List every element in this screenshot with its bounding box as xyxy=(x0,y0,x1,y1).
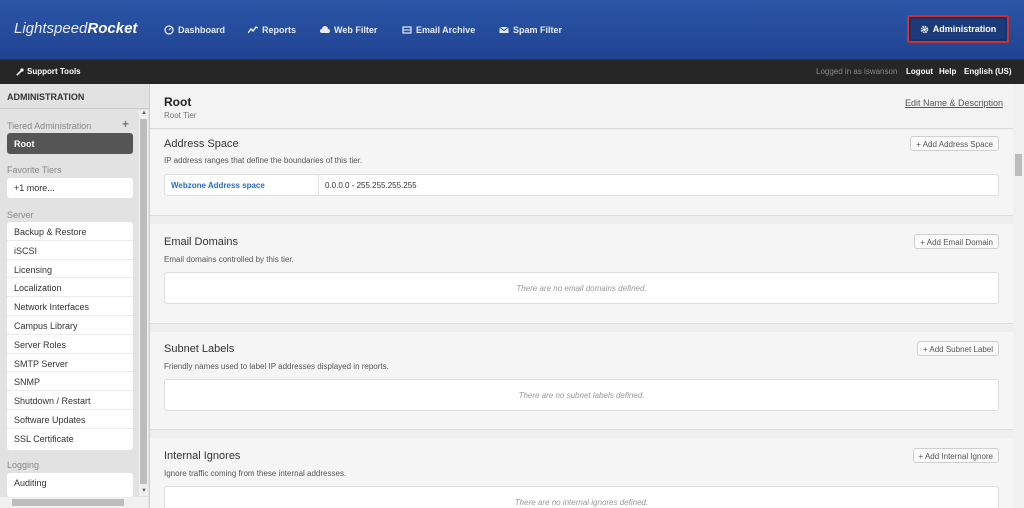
address-range-value: 0.0.0.0 - 255.255.255.255 xyxy=(325,181,417,190)
empty-message: There are no email domains defined. xyxy=(516,284,647,293)
logout-link[interactable]: Logout xyxy=(906,67,933,76)
help-link[interactable]: Help xyxy=(939,67,956,76)
empty-message: There are no subnet labels defined. xyxy=(518,391,645,400)
subnet-labels-section: Subnet Labels Friendly names used to lab… xyxy=(150,332,1013,430)
divider xyxy=(318,175,319,195)
add-email-domain-button[interactable]: + Add Email Domain xyxy=(914,234,999,249)
chart-line-icon xyxy=(248,26,258,34)
cloud-icon xyxy=(320,26,330,33)
sidebar-item-network-interfaces[interactable]: Network Interfaces xyxy=(7,297,133,316)
tiered-admin-label: Tiered Administration xyxy=(7,121,92,131)
sidebar-item-server-roles[interactable]: Server Roles xyxy=(7,335,133,354)
add-tier-icon[interactable]: + xyxy=(122,117,129,131)
gauge-icon xyxy=(164,25,174,35)
app-logo[interactable]: LightspeedRocket xyxy=(14,20,137,37)
subnet-labels-list: There are no subnet labels defined. xyxy=(164,379,999,411)
support-tools-link[interactable]: Support Tools xyxy=(16,67,81,76)
main-vertical-scrollbar[interactable] xyxy=(1013,84,1024,508)
sidebar-item-auditing[interactable]: Auditing xyxy=(7,473,133,492)
sidebar-item-backup-restore[interactable]: Backup & Restore xyxy=(7,222,133,241)
sidebar-item-campus-library[interactable]: Campus Library xyxy=(7,316,133,335)
utility-bar: Support Tools Logged in as iswanson Logo… xyxy=(0,60,1024,84)
main-content: Root Root Tier Edit Name & Description A… xyxy=(150,84,1024,508)
nav-spam-filter[interactable]: Spam Filter xyxy=(499,25,562,35)
email-domains-section: Email Domains Email domains controlled b… xyxy=(150,224,1013,324)
nav-reports[interactable]: Reports xyxy=(248,25,296,35)
divider xyxy=(0,108,149,109)
sidebar-item-licensing[interactable]: Licensing xyxy=(7,260,133,279)
sidebar-item-snmp[interactable]: SNMP xyxy=(7,372,133,392)
internal-ignores-section: Internal Ignores Ignore traffic coming f… xyxy=(150,438,1013,508)
email-domains-list: There are no email domains defined. xyxy=(164,272,999,304)
internal-ignores-list: There are no internal ignores defined. xyxy=(164,486,999,508)
add-subnet-label-button[interactable]: + Add Subnet Label xyxy=(916,341,999,356)
logged-in-status: Logged in as iswanson xyxy=(816,67,898,76)
sidebar-item-localization[interactable]: Localization xyxy=(7,278,133,298)
scrollbar-thumb[interactable] xyxy=(12,499,124,506)
logging-label: Logging xyxy=(7,460,40,470)
server-label: Server xyxy=(7,210,34,220)
sidebar-title: ADMINISTRATION xyxy=(7,92,85,102)
sidebar-item-software-updates[interactable]: Software Updates xyxy=(7,410,133,429)
page-title: Root xyxy=(164,95,192,109)
inbox-icon xyxy=(402,26,412,34)
section-title: Address Space xyxy=(164,138,239,150)
favorite-tiers-label: Favorite Tiers xyxy=(7,165,62,175)
add-address-space-button[interactable]: + Add Address Space xyxy=(910,136,999,151)
admin-sidebar: ADMINISTRATION Tiered Administration + R… xyxy=(0,84,150,508)
tier-header: Root Root Tier Edit Name & Description xyxy=(150,84,1013,129)
sidebar-item-root[interactable]: Root xyxy=(7,133,133,154)
add-internal-ignore-button[interactable]: + Add Internal Ignore xyxy=(912,448,999,463)
section-description: Friendly names used to label IP addresse… xyxy=(164,362,389,371)
scroll-down-icon[interactable]: ▼ xyxy=(141,488,147,494)
section-title: Internal Ignores xyxy=(164,450,241,462)
address-space-name-link[interactable]: Webzone Address space xyxy=(171,181,265,190)
nav-web-filter[interactable]: Web Filter xyxy=(320,25,377,35)
scrollbar-thumb[interactable] xyxy=(1015,154,1022,176)
wrench-icon xyxy=(16,67,24,76)
section-description: IP address ranges that define the bounda… xyxy=(164,156,363,165)
language-selector[interactable]: English (US) xyxy=(964,67,1012,76)
sidebar-vertical-scrollbar[interactable]: ▲ ▼ xyxy=(139,110,148,496)
favorite-tiers-list: +1 more... xyxy=(7,178,133,198)
section-title: Email Domains xyxy=(164,236,238,248)
server-menu: Backup & Restore iSCSI Licensing Localiz… xyxy=(7,222,133,450)
top-navigation-bar: LightspeedRocket Dashboard Reports Web F… xyxy=(0,0,1024,60)
empty-message: There are no internal ignores defined. xyxy=(514,498,649,507)
scroll-up-icon[interactable]: ▲ xyxy=(141,110,147,116)
sidebar-item-ssl-certificate[interactable]: SSL Certificate xyxy=(7,429,133,448)
section-title: Subnet Labels xyxy=(164,343,235,355)
nav-dashboard[interactable]: Dashboard xyxy=(164,25,225,35)
sidebar-item-iscsi[interactable]: iSCSI xyxy=(7,241,133,260)
section-description: Email domains controlled by this tier. xyxy=(164,255,294,264)
administration-button[interactable]: Administration xyxy=(907,15,1009,43)
sidebar-item-more-favorites[interactable]: +1 more... xyxy=(7,178,133,197)
gear-icon xyxy=(920,25,929,33)
address-space-section: Address Space IP address ranges that def… xyxy=(150,130,1013,216)
page-subtitle: Root Tier xyxy=(164,111,197,120)
envelope-icon xyxy=(499,26,509,33)
edit-name-description-link[interactable]: Edit Name & Description xyxy=(905,98,1003,108)
nav-email-archive[interactable]: Email Archive xyxy=(402,25,475,35)
section-description: Ignore traffic coming from these interna… xyxy=(164,469,347,478)
scrollbar-thumb[interactable] xyxy=(140,119,147,484)
sidebar-item-smtp-server[interactable]: SMTP Server xyxy=(7,354,133,373)
logging-menu: Auditing xyxy=(7,473,133,497)
sidebar-horizontal-scrollbar[interactable] xyxy=(0,497,148,508)
sidebar-item-shutdown-restart[interactable]: Shutdown / Restart xyxy=(7,391,133,410)
address-space-table: Webzone Address space 0.0.0.0 - 255.255.… xyxy=(164,174,999,196)
